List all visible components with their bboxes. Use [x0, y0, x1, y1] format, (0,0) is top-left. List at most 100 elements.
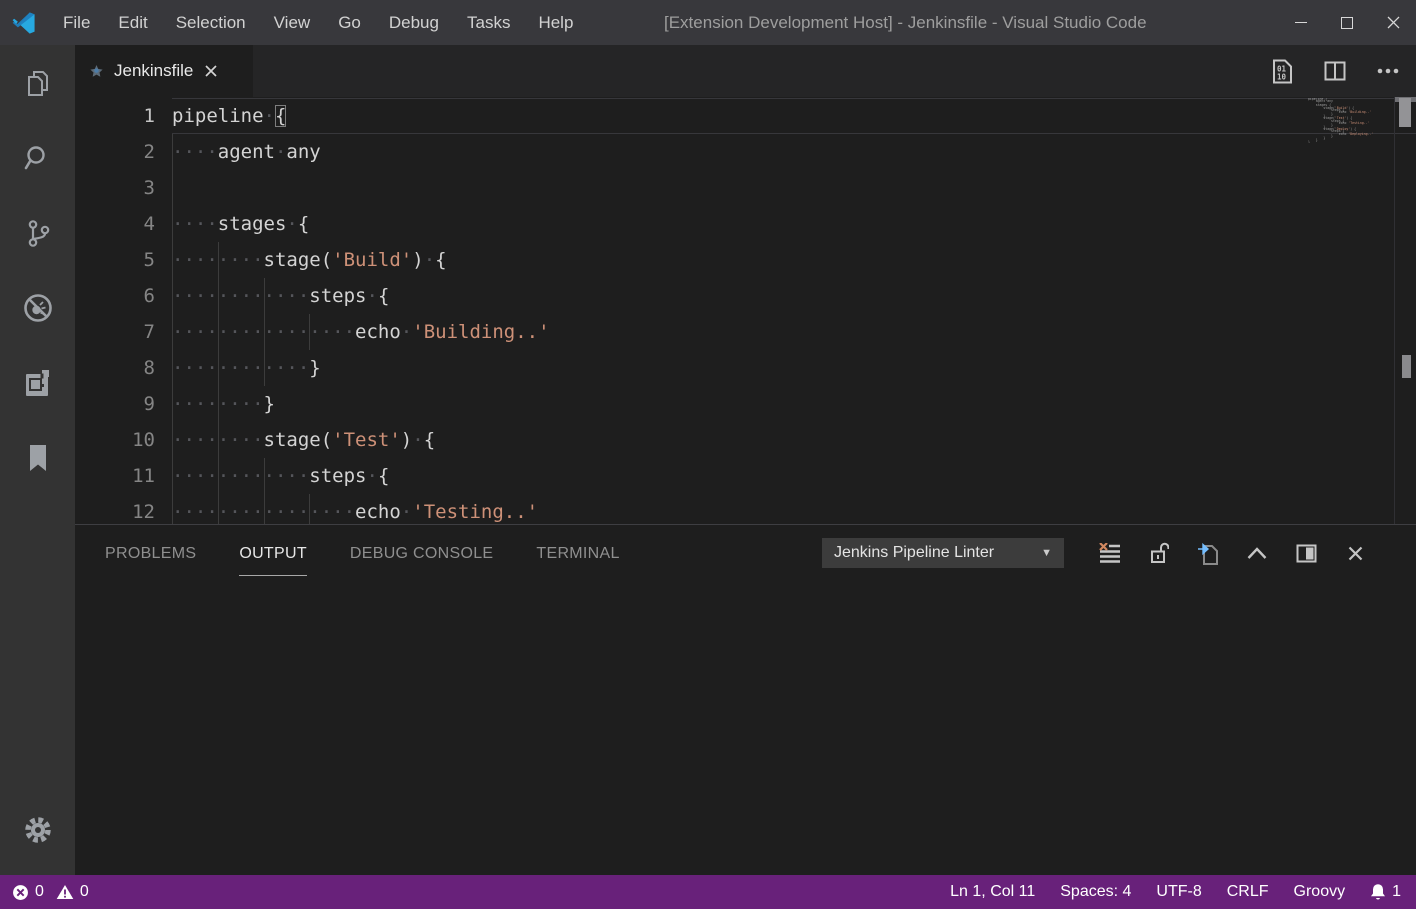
search-icon — [23, 143, 53, 173]
scroll-lock-button[interactable] — [1148, 542, 1170, 564]
sidebar-item-bookmarks[interactable] — [0, 420, 75, 495]
code-line[interactable]: 2····agent·any — [75, 134, 1416, 170]
indent-guide — [172, 206, 173, 242]
eol-status[interactable]: CRLF — [1227, 883, 1269, 901]
indentation-status[interactable]: Spaces: 4 — [1060, 883, 1131, 901]
line-number[interactable]: 11 — [75, 458, 155, 494]
activity-bar — [0, 45, 75, 875]
notifications[interactable]: 1 — [1370, 883, 1401, 901]
git-branch-icon — [23, 218, 53, 248]
line-number[interactable]: 6 — [75, 278, 155, 314]
code-line[interactable]: 7················echo·'Building..' — [75, 314, 1416, 350]
line-number[interactable]: 7 — [75, 314, 155, 350]
more-actions-icon — [1377, 68, 1399, 74]
debug-disabled-icon — [22, 292, 54, 324]
split-editor-button[interactable] — [1323, 59, 1347, 83]
binary-doc-button[interactable]: 01 10 — [1270, 59, 1294, 83]
panel: PROBLEMS OUTPUT DEBUG CONSOLE TERMINAL Jenk… — [75, 524, 1416, 875]
sidebar-item-explorer[interactable] — [0, 45, 75, 120]
clear-output-button[interactable] — [1099, 542, 1121, 564]
sidebar-item-search[interactable] — [0, 120, 75, 195]
overview-ruler-marker — [1402, 355, 1411, 378]
maximize-panel-button[interactable] — [1246, 542, 1268, 564]
menu-selection[interactable]: Selection — [162, 0, 260, 45]
menu-debug[interactable]: Debug — [375, 0, 453, 45]
line-number[interactable]: 4 — [75, 206, 155, 242]
indent-guide — [309, 314, 310, 350]
code-line[interactable]: 10 ········stage('Test')·{ — [75, 422, 1416, 458]
line-text: ········stage('Test')·{ — [172, 422, 1416, 458]
code-lines: 1pipeline·{2····agent·any34····stages·{5… — [75, 97, 1416, 524]
error-icon — [12, 884, 29, 901]
sidebar-item-debug[interactable] — [0, 270, 75, 345]
menu-view[interactable]: View — [260, 0, 325, 45]
chevron-down-icon: ▼ — [1041, 547, 1052, 559]
tab-jenkinsfile[interactable]: Jenkinsfile — [75, 45, 253, 97]
code-line[interactable]: 11············steps·{ — [75, 458, 1416, 494]
indent-guide — [218, 278, 219, 314]
minimize-button[interactable] — [1278, 0, 1324, 45]
output-content[interactable] — [75, 582, 1416, 875]
sidebar-item-extensions[interactable] — [0, 345, 75, 420]
code-line[interactable]: 4····stages·{ — [75, 206, 1416, 242]
line-number[interactable]: 10 — [75, 422, 155, 458]
indent-guide — [172, 458, 173, 494]
panel-header: PROBLEMS OUTPUT DEBUG CONSOLE TERMINAL Jenk… — [75, 525, 1416, 581]
line-number[interactable]: 5 — [75, 242, 155, 278]
panel-tab-problems[interactable]: PROBLEMS — [105, 530, 196, 576]
move-panel-button[interactable] — [1295, 542, 1317, 564]
line-number[interactable]: 9 — [75, 386, 155, 422]
menu-edit[interactable]: Edit — [104, 0, 161, 45]
scrollbar-thumb[interactable] — [1399, 98, 1411, 127]
menu-go[interactable]: Go — [324, 0, 375, 45]
indent-guide — [218, 458, 219, 494]
more-actions-button[interactable] — [1376, 59, 1400, 83]
line-number[interactable]: 2 — [75, 134, 155, 170]
language-mode[interactable]: Groovy — [1294, 883, 1346, 901]
indent-guide — [218, 494, 219, 524]
code-line[interactable]: 3 — [75, 170, 1416, 206]
minimap[interactable]: pipeline { agent any stages { stage('Bui… — [1308, 98, 1394, 143]
output-channel-value: Jenkins Pipeline Linter — [834, 544, 994, 562]
close-panel-button[interactable] — [1344, 542, 1366, 564]
panel-tab-output[interactable]: OUTPUT — [239, 530, 307, 576]
indent-guide — [218, 386, 219, 422]
panel-tab-terminal[interactable]: TERMINAL — [536, 530, 619, 576]
indent-guide — [264, 314, 265, 350]
cursor-position[interactable]: Ln 1, Col 11 — [950, 883, 1035, 901]
bookmark-icon — [25, 443, 51, 473]
encoding-status[interactable]: UTF-8 — [1156, 883, 1201, 901]
line-text: ············} — [172, 350, 1416, 386]
problems-status[interactable]: 0 0 — [12, 883, 89, 901]
line-number[interactable]: 1 — [75, 98, 155, 134]
editor[interactable]: 1pipeline·{2····agent·any34····stages·{5… — [75, 97, 1416, 524]
indent-guide — [218, 422, 219, 458]
menu-file[interactable]: File — [49, 0, 104, 45]
code-line[interactable]: 8 ············} — [75, 350, 1416, 386]
panel-tab-debug-console[interactable]: DEBUG CONSOLE — [350, 530, 494, 576]
unlock-icon — [1149, 542, 1169, 564]
indent-guide — [172, 494, 173, 524]
open-log-file-button[interactable] — [1197, 542, 1219, 564]
code-line[interactable]: 1pipeline·{ — [75, 98, 1416, 134]
output-channel-select[interactable]: Jenkins Pipeline Linter ▼ — [822, 538, 1064, 568]
sidebar-item-source-control[interactable] — [0, 195, 75, 270]
code-line[interactable]: 12················echo·'Testing..' — [75, 494, 1416, 524]
maximize-button[interactable] — [1324, 0, 1370, 45]
close-window-button[interactable] — [1370, 0, 1416, 45]
code-line[interactable]: 9········} — [75, 386, 1416, 422]
line-number[interactable]: 3 — [75, 170, 155, 206]
menu-tasks[interactable]: Tasks — [453, 0, 524, 45]
code-line[interactable]: 5········stage('Build')·{ — [75, 242, 1416, 278]
menu-help[interactable]: Help — [524, 0, 587, 45]
jenkinsfile-icon — [89, 64, 104, 79]
line-number[interactable]: 8 — [75, 350, 155, 386]
close-tab-icon[interactable] — [205, 65, 217, 77]
clear-output-icon — [1099, 543, 1121, 563]
code-line[interactable]: 6············steps·{ — [75, 278, 1416, 314]
editor-scrollbar[interactable] — [1395, 97, 1416, 524]
line-number[interactable]: 12 — [75, 494, 155, 524]
indent-guide — [218, 242, 219, 278]
indent-guide — [172, 278, 173, 314]
settings-button[interactable] — [0, 792, 75, 867]
